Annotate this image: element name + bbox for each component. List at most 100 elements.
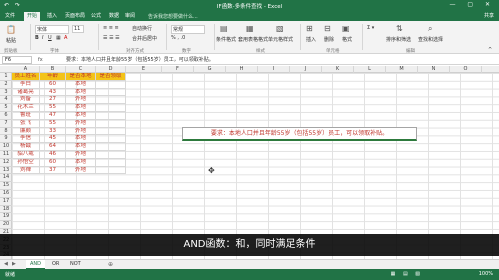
table-cell[interactable] [96,80,126,89]
formula-input[interactable]: 要求：本地人口并且年龄55岁（包括55岁）员工，可以领取补贴。 [66,56,214,64]
table-cell[interactable]: 外地 [66,151,96,159]
table-cell[interactable] [96,88,126,97]
table-cell[interactable]: 诸葛亮 [12,88,40,97]
view-mode-icons[interactable]: ▦ ▤ ▧ [391,271,423,277]
format-cells-icon[interactable]: ▣ [342,24,350,33]
table-cell[interactable] [96,158,126,167]
row-header[interactable]: 15 [0,182,12,190]
table-cell[interactable] [96,143,126,151]
fill-color-icon[interactable]: A [64,35,67,41]
share-button[interactable]: 共享 [484,12,494,19]
row-header[interactable]: 7 [0,120,12,128]
row-header[interactable]: 8 [0,128,12,136]
column-header-j[interactable]: J [290,66,322,73]
delete-button[interactable]: 删除 [324,36,334,43]
font-size-select[interactable]: 11 [72,25,84,33]
table-cell[interactable]: 李白 [12,80,40,89]
table-cell[interactable] [96,151,126,159]
column-header-f[interactable]: F [162,66,194,73]
row-header[interactable]: 13 [0,167,12,175]
table-cell[interactable]: 45 [40,135,66,144]
table-cell[interactable]: 60 [40,158,66,167]
table-cell[interactable] [96,119,126,128]
sum-icon[interactable]: Σ ▾ [367,25,374,31]
table-cell[interactable]: 本地 [66,135,96,144]
column-header-a[interactable]: A [12,66,40,73]
table-cell[interactable]: 46 [40,151,66,159]
requirement-note[interactable]: 要求：本地人口并且年龄55岁（包括55岁）员工，可以领取补贴。 [182,127,417,141]
italic-icon[interactable]: I [42,35,43,41]
table-cell[interactable]: 本地 [66,80,96,89]
row-header[interactable]: 20 [0,221,12,229]
percent-icon[interactable]: % , .0 [171,35,185,41]
sheet-tab-or[interactable]: OR [48,260,63,269]
table-cell[interactable] [96,112,126,120]
table-cell[interactable]: 64 [40,143,66,151]
row-header[interactable]: 12 [0,159,12,167]
row-header[interactable]: 2 [0,81,12,89]
table-cell[interactable]: 张飞 [12,119,40,128]
row-header[interactable]: 1 [0,73,12,81]
sheet-tab-not[interactable]: NOT [66,260,85,269]
table-cell[interactable]: 本地 [66,104,96,112]
cell-styles-button[interactable]: 单元格样式 [268,36,293,43]
table-cell[interactable]: 外地 [66,119,96,128]
conditional-format-icon[interactable]: ▤ [220,24,228,33]
column-header-g[interactable]: G [194,66,226,73]
add-sheet-icon[interactable]: ⊕ [108,261,113,268]
align-icon[interactable]: ≡ ≡ ≡ [103,25,119,31]
table-header-cell[interactable]: 是否领取 [96,73,126,81]
table-header-cell[interactable]: 年龄 [40,73,66,81]
table-cell[interactable] [96,96,126,105]
table-cell[interactable]: 本地 [66,158,96,167]
sheet-prev-icon[interactable]: ◀ [4,261,8,267]
sort-filter-icon[interactable]: ⇅ [396,24,403,33]
table-cell[interactable]: 37 [40,166,66,175]
column-header-b[interactable]: B [40,66,66,73]
number-format-select[interactable]: 常规 [171,25,205,34]
tab-insert[interactable]: 插入 [44,12,60,21]
fx-icon[interactable]: fx [38,56,43,64]
row-header[interactable]: 3 [0,89,12,97]
paste-button[interactable]: 粘贴 [6,37,16,44]
delete-cells-icon[interactable]: ⊟ [324,24,331,33]
tell-me-search[interactable]: 告诉我您想要做什么... [148,13,198,20]
tab-home[interactable]: 开始 [24,12,41,21]
row-header[interactable]: 16 [0,190,12,198]
table-cell[interactable]: 花木兰 [12,104,40,112]
table-cell[interactable] [96,104,126,112]
table-cell[interactable]: 55 [40,104,66,112]
table-cell[interactable]: 33 [40,127,66,136]
border-icon[interactable]: ▦ [56,35,61,41]
column-header-o[interactable]: O [450,66,482,73]
row-header[interactable]: 10 [0,143,12,151]
column-header-k[interactable]: K [322,66,354,73]
font-name-select[interactable]: 宋体 [35,25,69,34]
underline-icon[interactable]: U [48,35,52,41]
row-header[interactable]: 14 [0,174,12,183]
table-cell[interactable]: 本地 [66,88,96,97]
merge-center-button[interactable]: 合并后居中 [132,35,157,42]
table-cell[interactable]: 刘备 [12,96,40,105]
table-cell[interactable]: 外地 [66,166,96,175]
table-cell[interactable]: 本地 [66,112,96,120]
table-cell[interactable]: 貂八戒 [12,151,40,159]
insert-button[interactable]: 插入 [306,36,316,43]
tab-formulas[interactable]: 公式 [88,12,104,21]
table-cell[interactable]: 外地 [66,96,96,105]
wrap-text-button[interactable]: 自动换行 [132,25,152,32]
column-header-l[interactable]: L [354,66,386,73]
table-cell[interactable]: 外地 [66,127,96,136]
tab-file[interactable]: 文件 [2,12,18,21]
tab-review[interactable]: 审阅 [122,12,138,21]
column-header-m[interactable]: M [386,66,418,73]
sheet-tab-and[interactable]: AND [26,260,46,269]
sheet-next-icon[interactable]: ▶ [12,261,16,267]
row-header[interactable]: 18 [0,206,12,214]
row-header[interactable]: 6 [0,112,12,120]
sort-filter-button[interactable]: 排序和筛选 [386,36,411,43]
conditional-format-button[interactable]: 条件格式 [216,36,236,43]
table-cell[interactable]: 杨戬 [12,143,40,151]
table-cell[interactable]: 55 [40,119,66,128]
table-header-cell[interactable]: 是否本地 [66,73,96,81]
